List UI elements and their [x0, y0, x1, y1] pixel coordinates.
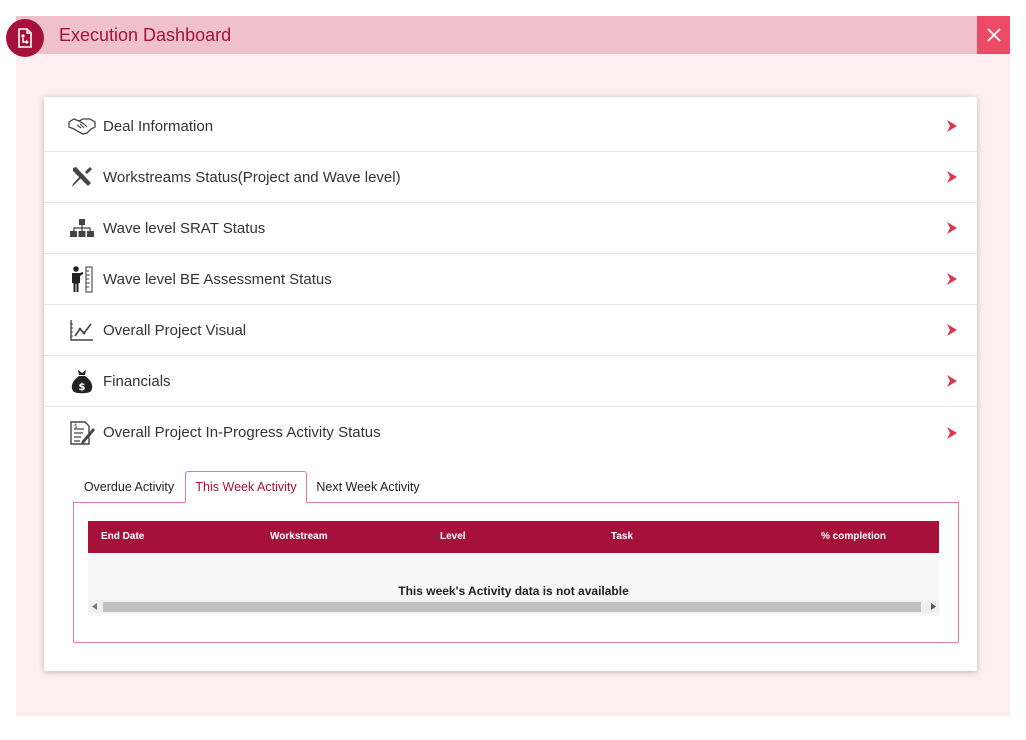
- hierarchy-icon: [68, 214, 96, 242]
- column-header-level[interactable]: Level: [440, 521, 466, 553]
- scrollbar-thumb[interactable]: [103, 602, 921, 612]
- empty-table-message: This week's Activity data is not availab…: [398, 584, 629, 598]
- document-edit-icon: $: [68, 419, 96, 447]
- svg-text:$: $: [74, 423, 78, 430]
- line-chart-icon: [68, 316, 96, 344]
- dashboard-card: Deal Information Workstreams Status(Proj…: [44, 97, 977, 671]
- horizontal-scrollbar[interactable]: [88, 600, 939, 613]
- column-header-workstream[interactable]: Workstream: [270, 521, 328, 553]
- menu-item-label: Financials: [103, 372, 171, 390]
- activity-table-header: End Date Workstream Level Task % complet…: [88, 521, 939, 553]
- column-header-completion[interactable]: % completion: [821, 521, 886, 553]
- chevron-right-icon: [947, 324, 957, 336]
- chevron-right-icon: [947, 375, 957, 387]
- menu-item-overall-project-visual[interactable]: Overall Project Visual: [44, 305, 977, 356]
- menu-item-deal-information[interactable]: Deal Information: [44, 101, 977, 152]
- close-button[interactable]: [977, 16, 1010, 54]
- chevron-right-icon: [947, 171, 957, 183]
- tab-next-week-activity[interactable]: Next Week Activity: [308, 471, 428, 503]
- chevron-right-icon: [947, 222, 957, 234]
- menu-item-financials[interactable]: $ Financials: [44, 356, 977, 407]
- this-week-activity-panel: End Date Workstream Level Task % complet…: [73, 502, 959, 643]
- column-header-end-date[interactable]: End Date: [101, 521, 144, 553]
- menu-item-in-progress-activity-status[interactable]: $ Overall Project In-Progress Activity S…: [44, 407, 977, 458]
- menu-item-label: Overall Project In-Progress Activity Sta…: [103, 424, 381, 441]
- chevron-right-icon: [947, 426, 957, 439]
- menu-item-label: Overall Project Visual: [103, 321, 247, 339]
- close-icon: [986, 28, 1001, 42]
- title-bar: Execution Dashboard: [6, 16, 1010, 57]
- tab-this-week-activity[interactable]: This Week Activity: [185, 471, 307, 503]
- chevron-right-icon: [947, 273, 957, 285]
- menu-item-label: Workstreams Status(Project and Wave leve…: [103, 168, 401, 186]
- menu-item-be-assessment-status[interactable]: Wave level BE Assessment Status: [44, 254, 977, 305]
- menu-item-srat-status[interactable]: Wave level SRAT Status: [44, 203, 977, 254]
- handshake-icon: [68, 112, 96, 140]
- menu-item-label: Wave level SRAT Status: [103, 219, 266, 237]
- money-bag-icon: $: [68, 367, 96, 395]
- person-measure-icon: [68, 265, 96, 293]
- tools-icon: [68, 163, 96, 191]
- menu-item-label: Deal Information: [103, 117, 214, 135]
- svg-text:$: $: [79, 382, 86, 393]
- menu-item-label: Wave level BE Assessment Status: [103, 270, 332, 288]
- tab-overdue-activity[interactable]: Overdue Activity: [74, 471, 184, 503]
- window-title: Execution Dashboard: [59, 25, 232, 45]
- scroll-left-icon[interactable]: [88, 600, 101, 613]
- execution-dashboard-modal: Execution Dashboard Deal Information Wor…: [6, 16, 1010, 716]
- scroll-right-icon[interactable]: [926, 600, 939, 613]
- column-header-task[interactable]: Task: [611, 521, 633, 553]
- chevron-right-icon: [947, 120, 957, 132]
- menu-item-workstreams-status[interactable]: Workstreams Status(Project and Wave leve…: [44, 152, 977, 203]
- app-logo-icon: [6, 19, 44, 57]
